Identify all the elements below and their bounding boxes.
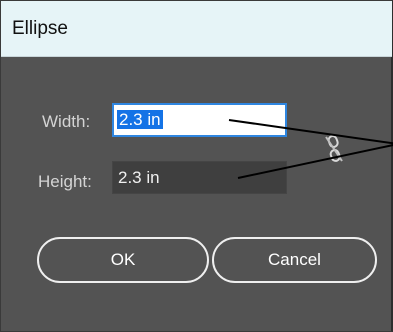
width-label: Width: [42, 112, 91, 131]
width-value: 2.3 in [117, 110, 163, 129]
ok-button[interactable]: OK [37, 237, 209, 283]
ellipse-dialog: Ellipse Width: 2.3 in Height: 2.3 in OK … [0, 0, 393, 332]
height-input[interactable]: 2.3 in [112, 161, 287, 194]
cancel-button[interactable]: Cancel [212, 237, 377, 283]
width-input[interactable]: 2.3 in [112, 103, 287, 137]
height-value: 2.3 in [118, 168, 160, 187]
constrain-proportions-icon[interactable] [319, 133, 349, 165]
title-bar: Ellipse [1, 1, 392, 57]
dialog-title: Ellipse [12, 18, 68, 39]
height-label: Height: [38, 172, 92, 191]
